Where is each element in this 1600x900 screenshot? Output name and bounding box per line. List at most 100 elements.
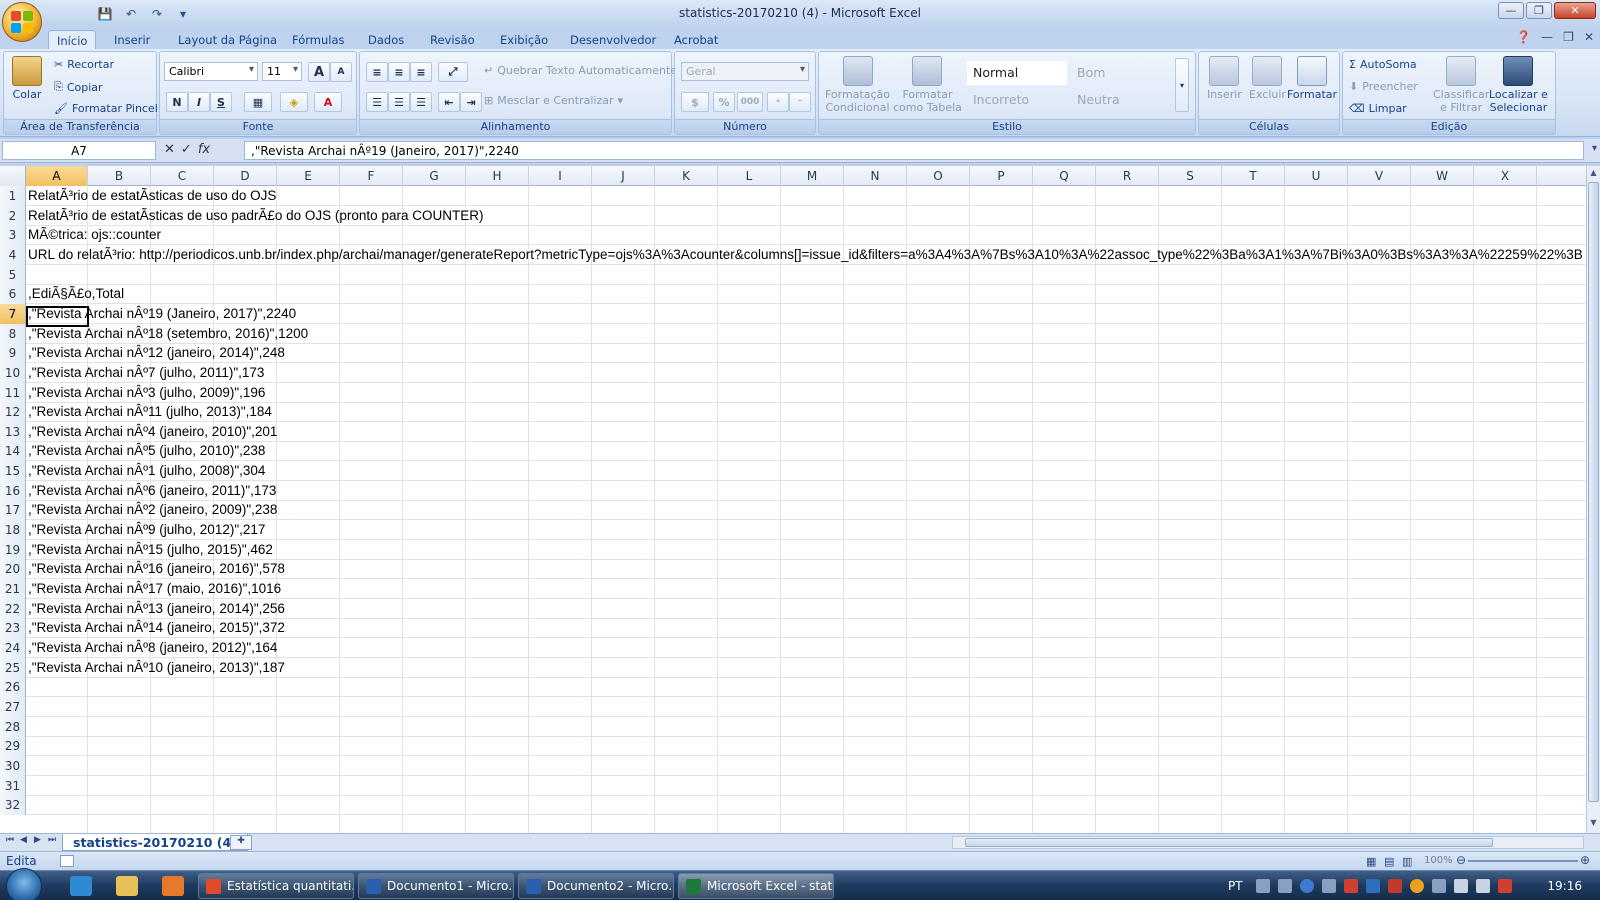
pen-icon[interactable] bbox=[1278, 879, 1292, 893]
format-cells-button[interactable]: Formatar bbox=[1287, 56, 1337, 101]
font-size-select[interactable]: 11 bbox=[262, 62, 302, 81]
cell-a15[interactable]: ,"Revista Archai nÂº1 (julho, 2008)",304 bbox=[28, 463, 265, 478]
zoom-slider[interactable] bbox=[1468, 860, 1578, 862]
conditional-formatting-button[interactable]: Formatação Condicional bbox=[825, 56, 890, 114]
tab-inserir[interactable]: Inserir bbox=[106, 30, 158, 49]
acrobat-icon[interactable] bbox=[1388, 879, 1402, 893]
style-neutra[interactable]: Neutra bbox=[1071, 88, 1171, 112]
column-header-k[interactable]: K bbox=[655, 166, 718, 186]
maximize-button[interactable]: ❐ bbox=[1526, 2, 1552, 19]
fill-button[interactable]: ⬇ Preencher bbox=[1349, 80, 1418, 93]
align-center-icon[interactable]: ☰ bbox=[388, 92, 410, 112]
start-button[interactable] bbox=[6, 868, 42, 900]
font-color-icon[interactable]: A bbox=[314, 92, 342, 112]
row-header[interactable]: 21 bbox=[0, 579, 26, 599]
select-all-corner[interactable] bbox=[0, 166, 26, 186]
confirm-entry-icon[interactable]: ✓ bbox=[181, 142, 192, 157]
column-header-a[interactable]: A bbox=[26, 166, 88, 186]
autosum-button[interactable]: Σ AutoSoma bbox=[1349, 58, 1417, 71]
column-header-p[interactable]: P bbox=[970, 166, 1033, 186]
minimize-button[interactable]: — bbox=[1498, 2, 1524, 19]
sort-filter-button[interactable]: Classificar e Filtrar bbox=[1433, 56, 1489, 114]
row-header[interactable]: 9 bbox=[0, 343, 26, 364]
ribbon-restore-icon[interactable]: ❐ bbox=[1563, 30, 1574, 44]
number-format-select[interactable]: Geral bbox=[681, 62, 809, 81]
column-header-m[interactable]: M bbox=[781, 166, 844, 186]
column-header-b[interactable]: B bbox=[88, 166, 151, 186]
column-header-x[interactable]: X bbox=[1474, 166, 1537, 186]
flag-icon[interactable] bbox=[1344, 879, 1358, 893]
cell-a18[interactable]: ,"Revista Archai nÂº9 (julho, 2012)",217 bbox=[28, 522, 265, 537]
column-header-f[interactable]: F bbox=[340, 166, 403, 186]
normal-view-icon[interactable]: ▦ bbox=[1366, 855, 1376, 868]
row-header[interactable]: 3 bbox=[0, 225, 26, 246]
tab-dados[interactable]: Dados bbox=[360, 30, 412, 49]
row-header[interactable]: 5 bbox=[0, 264, 26, 285]
column-header-o[interactable]: O bbox=[907, 166, 970, 186]
cell-a20[interactable]: ,"Revista Archai nÂº16 (janeiro, 2016)",… bbox=[28, 561, 285, 576]
column-header-v[interactable]: V bbox=[1348, 166, 1411, 186]
percent-button[interactable]: % bbox=[713, 92, 735, 112]
cancel-entry-icon[interactable]: ✕ bbox=[164, 142, 175, 157]
row-header[interactable]: 14 bbox=[0, 441, 26, 462]
shrink-font-button[interactable]: A bbox=[330, 62, 352, 82]
cell-a24[interactable]: ,"Revista Archai nÂº8 (janeiro, 2012)",1… bbox=[28, 640, 277, 655]
style-incorreto[interactable]: Incorreto bbox=[967, 88, 1067, 112]
format-painter-button[interactable]: 🖌 Formatar Pincel bbox=[54, 102, 158, 115]
row-header[interactable]: 18 bbox=[0, 520, 26, 541]
close-button[interactable]: ✕ bbox=[1554, 2, 1596, 19]
prev-sheet-icon[interactable]: ◀ bbox=[20, 835, 27, 845]
column-header-s[interactable]: S bbox=[1159, 166, 1222, 186]
increase-decimal-icon[interactable]: ⁺ bbox=[767, 92, 789, 112]
row-header[interactable]: 27 bbox=[0, 696, 26, 717]
column-header-w[interactable]: W bbox=[1411, 166, 1474, 186]
help-icon[interactable]: ❓ bbox=[1516, 30, 1531, 44]
tab-exibicao[interactable]: Exibição bbox=[492, 30, 556, 49]
fill-color-icon[interactable]: ◈ bbox=[280, 92, 308, 112]
vertical-scrollbar[interactable]: ▲ ▼ bbox=[1586, 166, 1600, 833]
row-header[interactable]: 24 bbox=[0, 637, 26, 658]
tab-revisao[interactable]: Revisão bbox=[422, 30, 483, 49]
cell-a6[interactable]: ,EdiÃ§Ã£o,Total bbox=[28, 286, 124, 301]
underline-button[interactable]: S bbox=[210, 92, 232, 112]
column-header-e[interactable]: E bbox=[277, 166, 340, 186]
cell-a22[interactable]: ,"Revista Archai nÂº13 (janeiro, 2014)",… bbox=[28, 601, 285, 616]
column-header-d[interactable]: D bbox=[214, 166, 277, 186]
column-header-q[interactable]: Q bbox=[1033, 166, 1096, 186]
font-name-select[interactable]: Calibri bbox=[164, 62, 258, 81]
row-header[interactable]: 28 bbox=[0, 716, 26, 737]
expand-formula-icon[interactable]: ▾ bbox=[1592, 143, 1597, 154]
row-header[interactable]: 13 bbox=[0, 421, 26, 442]
cell-a17[interactable]: ,"Revista Archai nÂº2 (janeiro, 2009)",2… bbox=[28, 502, 277, 517]
increase-indent-icon[interactable]: ⇥ bbox=[460, 92, 482, 112]
row-header[interactable]: 32 bbox=[0, 795, 26, 816]
insert-function-icon[interactable]: fx bbox=[198, 142, 210, 157]
column-header-t[interactable]: T bbox=[1222, 166, 1285, 186]
spreadsheet-grid[interactable]: ABCDEFGHIJKLMNOPQRSTUVWX 1 RelatÃ³rio de … bbox=[0, 166, 1586, 833]
zoom-out-icon[interactable]: ⊖ bbox=[1456, 853, 1466, 867]
cell-a9[interactable]: ,"Revista Archai nÂº12 (janeiro, 2014)",… bbox=[28, 345, 285, 360]
row-header[interactable]: 25 bbox=[0, 657, 26, 678]
row-header[interactable]: 19 bbox=[0, 539, 26, 560]
name-box[interactable]: A7 bbox=[2, 141, 156, 160]
row-header[interactable]: 16 bbox=[0, 480, 26, 501]
row-header[interactable]: 12 bbox=[0, 402, 26, 423]
sheet-tab[interactable]: statistics-20170210 (4) bbox=[62, 834, 248, 851]
copy-button[interactable]: ⎘ Copiar bbox=[54, 80, 103, 94]
column-header-c[interactable]: C bbox=[151, 166, 214, 186]
style-bom[interactable]: Bom bbox=[1071, 61, 1171, 85]
row-header[interactable]: 31 bbox=[0, 775, 26, 796]
merge-center-button[interactable]: ⊞ Mesclar e Centralizar ▾ bbox=[484, 94, 623, 107]
insert-cells-button[interactable]: Inserir bbox=[1207, 56, 1242, 101]
column-header-n[interactable]: N bbox=[844, 166, 907, 186]
cell-a23[interactable]: ,"Revista Archai nÂº14 (janeiro, 2015)",… bbox=[28, 620, 285, 635]
cell-a21[interactable]: ,"Revista Archai nÂº17 (maio, 2016)",101… bbox=[28, 581, 281, 596]
style-normal[interactable]: Normal bbox=[967, 61, 1067, 85]
find-select-button[interactable]: Localizar e Selecionar bbox=[1489, 56, 1548, 114]
align-right-icon[interactable]: ☰ bbox=[410, 92, 432, 112]
decrease-decimal-icon[interactable]: ⁻ bbox=[789, 92, 811, 112]
column-header-u[interactable]: U bbox=[1285, 166, 1348, 186]
cell-a4[interactable]: URL do relatÃ³rio: http://periodicos.unb… bbox=[28, 247, 1583, 262]
row-header[interactable]: 30 bbox=[0, 755, 26, 776]
file-explorer-icon[interactable] bbox=[116, 876, 138, 896]
